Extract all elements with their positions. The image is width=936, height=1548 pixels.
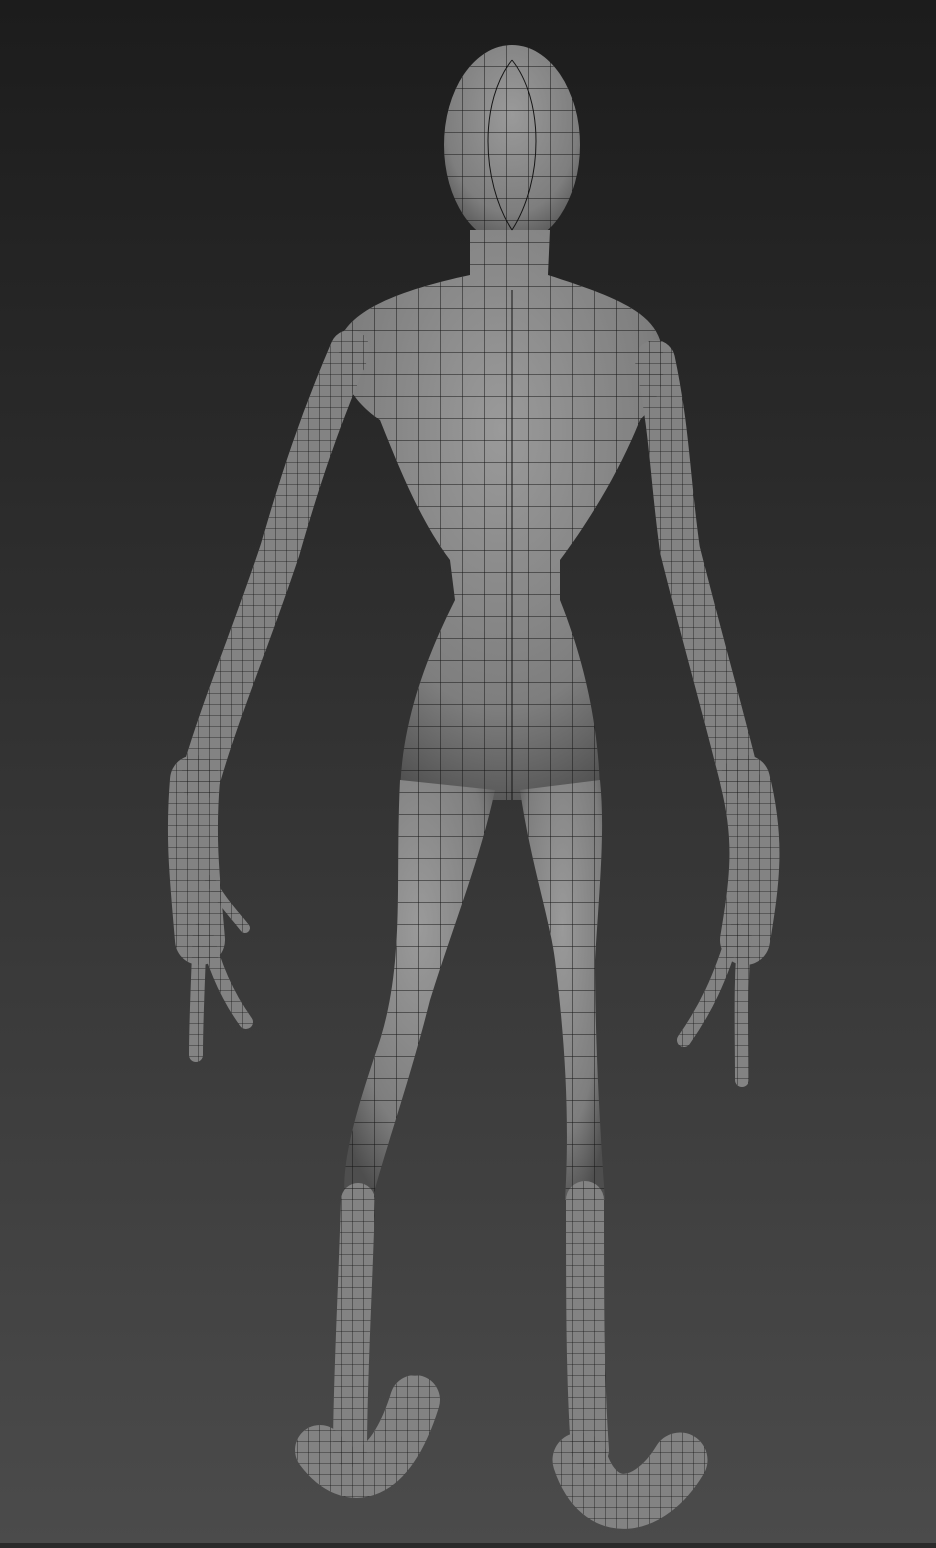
render-canvas	[0, 0, 936, 1543]
3d-viewport[interactable]	[0, 0, 936, 1543]
